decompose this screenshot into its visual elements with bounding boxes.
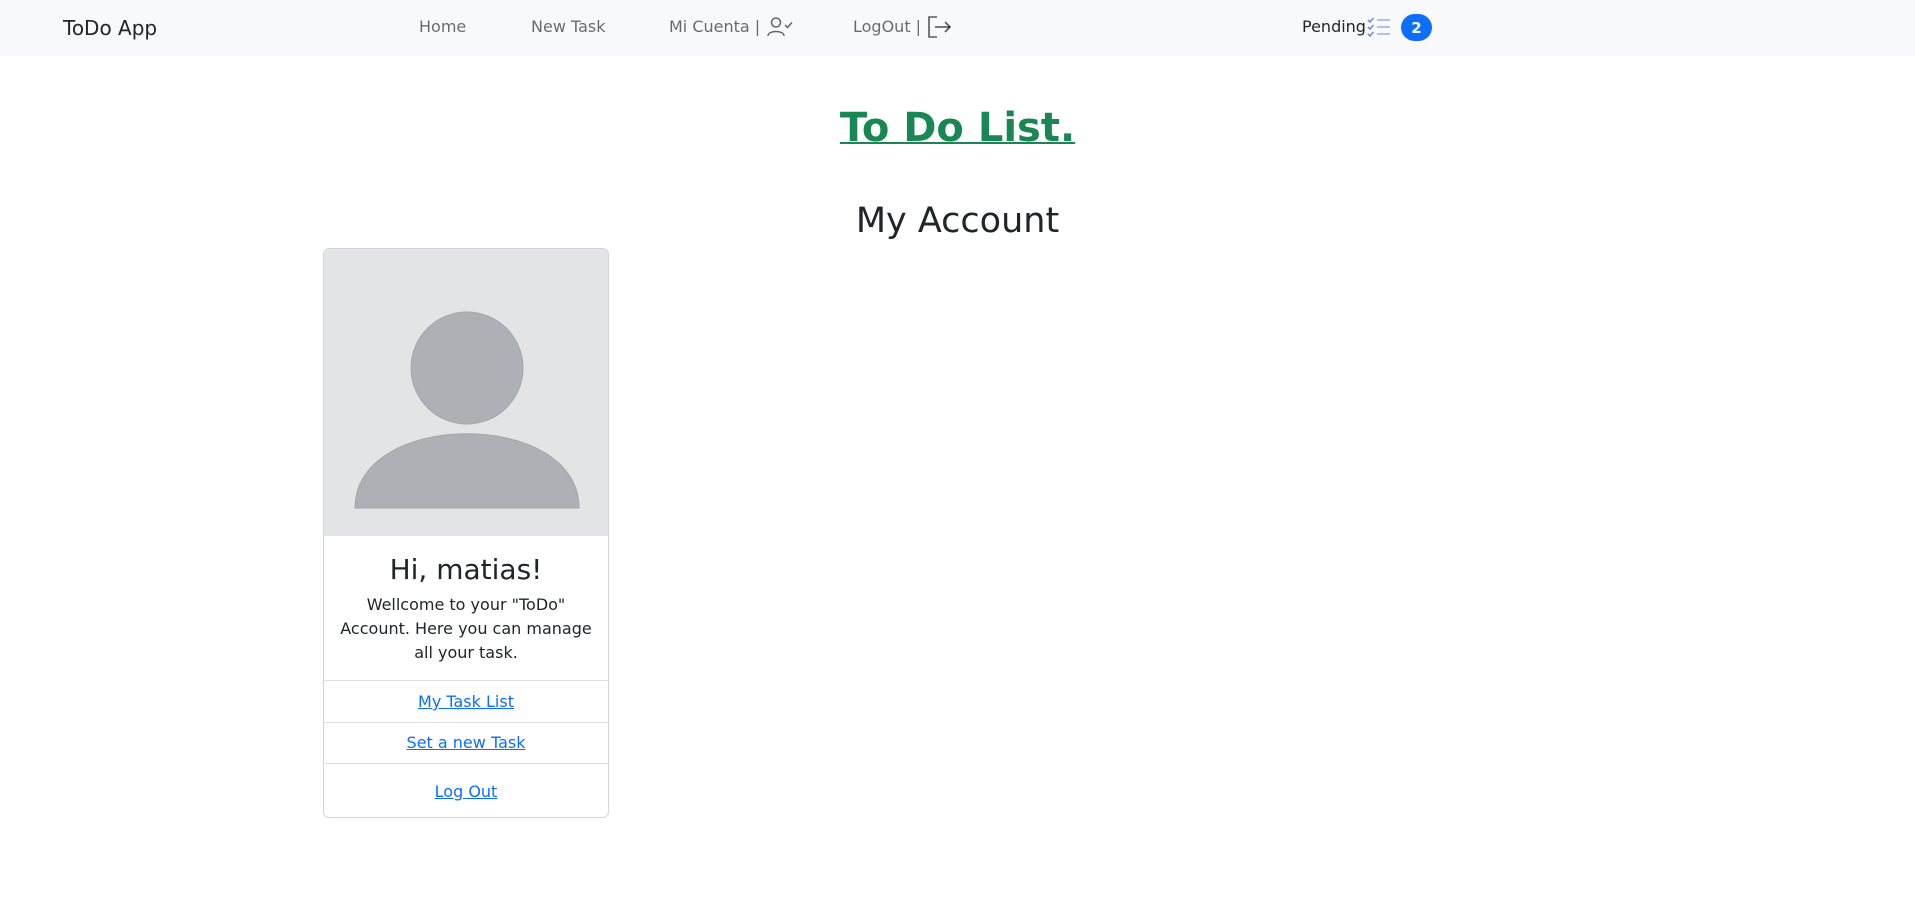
pending-indicator[interactable]: Pending <box>1302 15 1392 39</box>
page-title: To Do List. <box>0 98 1915 158</box>
pending-label: Pending <box>1302 17 1366 36</box>
card-welcome-text: Wellcome to your "ToDo" Account. Here yo… <box>340 595 592 662</box>
my-task-list-link[interactable]: My Task List <box>418 692 514 711</box>
set-new-task-link[interactable]: Set a new Task <box>407 733 526 752</box>
nav-new-task-link[interactable]: New Task <box>531 15 606 39</box>
list-item-set-new-task: Set a new Task <box>324 722 608 763</box>
card-log-out-link[interactable]: Log Out <box>435 782 498 801</box>
pending-count-badge: 2 <box>1401 14 1432 41</box>
nav-logout-link[interactable]: LogOut | <box>853 15 953 39</box>
navbar-brand[interactable]: ToDo App <box>63 14 157 42</box>
nav-home-label: Home <box>419 17 467 36</box>
box-arrow-right-icon <box>928 16 952 38</box>
nav-account-link[interactable]: Mi Cuenta | <box>669 15 794 39</box>
user-check-icon <box>767 17 793 37</box>
account-card: Hi, matias! Wellcome to your "ToDo" Acco… <box>323 248 609 818</box>
list-check-icon <box>1367 17 1390 38</box>
nav-account-label: Mi Cuenta | <box>669 17 761 36</box>
page-subtitle: My Account <box>855 201 1060 241</box>
nav-logout-label: LogOut | <box>853 17 922 36</box>
nav-new-task-label: New Task <box>531 17 606 36</box>
top-navbar: ToDo App Home New Task Mi Cuenta | LogOu… <box>0 0 1915 56</box>
list-item-my-task-list: My Task List <box>324 680 608 722</box>
card-image <box>324 249 608 536</box>
list-item-log-out: Log Out <box>324 763 608 817</box>
card-greeting: Hi, matias! <box>389 553 543 586</box>
page-title-link[interactable]: To Do List. <box>840 105 1075 151</box>
person-avatar-icon <box>354 311 580 509</box>
nav-home-link[interactable]: Home <box>419 15 466 39</box>
